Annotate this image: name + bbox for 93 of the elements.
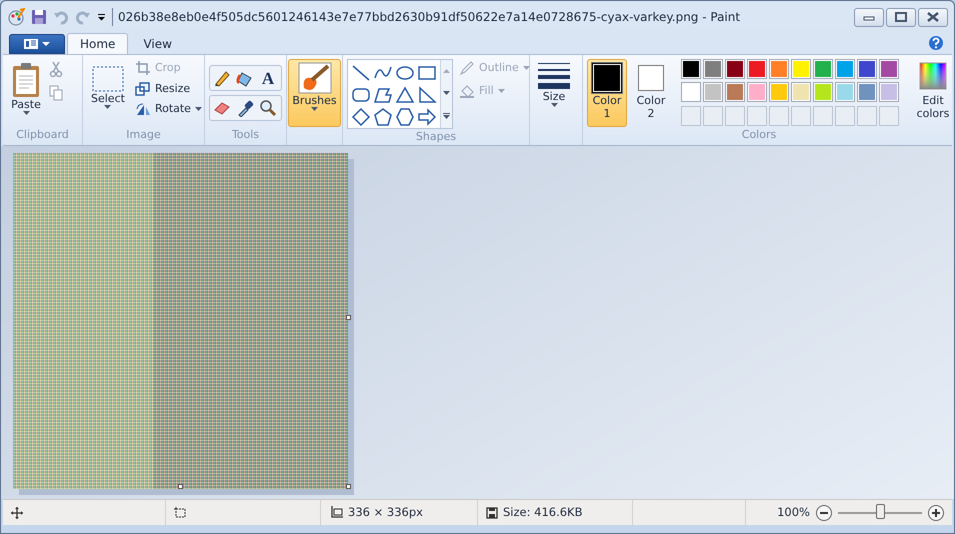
group-label: Colors [740, 127, 778, 143]
window-title: 026b38e8eb0e4f505dc5601246143e7e77bbd2630b91df50622e7a14e0728675-cyax-varkey.png - Paint [112, 8, 740, 26]
empty-color-slot[interactable] [747, 106, 767, 126]
palette-color[interactable] [747, 59, 767, 79]
palette-color[interactable] [791, 59, 811, 79]
caret-icon[interactable] [311, 107, 318, 112]
zoom-level: 100% [777, 504, 810, 521]
rotate-button[interactable]: Rotate [132, 100, 204, 118]
palette-color[interactable] [769, 59, 789, 79]
image-dimensions: 336 × 336px [348, 504, 423, 521]
palette-color[interactable] [835, 82, 855, 102]
palette-color[interactable] [703, 59, 723, 79]
caret-icon[interactable] [550, 103, 558, 108]
group-label: Shapes [414, 129, 458, 145]
brushes-button[interactable]: Brushes [288, 59, 341, 127]
size-button[interactable]: Size [534, 59, 574, 127]
zoom-out-button[interactable] [816, 504, 832, 520]
color-slot[interactable]: Color 1 [587, 59, 627, 127]
caret-icon[interactable] [194, 107, 202, 112]
palette-color[interactable] [857, 59, 877, 79]
help-icon[interactable] [928, 35, 944, 51]
palette-color[interactable] [813, 82, 833, 102]
save-icon[interactable] [31, 9, 47, 25]
zoom-in-button[interactable] [928, 504, 944, 520]
group-label: Image [125, 127, 162, 143]
maximize-icon[interactable] [895, 12, 907, 22]
palette-color[interactable] [879, 82, 899, 102]
selection-icon[interactable] [92, 66, 124, 92]
resize-handle[interactable] [346, 484, 351, 489]
menu-icon[interactable] [22, 38, 52, 50]
slider-thumb[interactable] [876, 504, 885, 519]
expand-gallery-icon[interactable] [443, 113, 450, 119]
empty-color-slot[interactable] [835, 106, 855, 126]
line-width-icon[interactable] [538, 62, 570, 90]
palette-color[interactable] [769, 82, 789, 102]
scroll-down-icon[interactable] [443, 91, 450, 95]
right-arrow-shape-icon[interactable] [417, 107, 437, 127]
resize-icon[interactable] [134, 80, 151, 97]
ribbon-tab[interactable]: Home [67, 33, 128, 54]
resize-button[interactable]: Resize [132, 80, 204, 98]
palette-color[interactable] [835, 59, 855, 79]
palette-color[interactable] [747, 82, 767, 102]
canvas-size-icon [329, 506, 343, 520]
resize-handle[interactable] [346, 315, 351, 320]
file-menu-button[interactable] [9, 34, 65, 54]
empty-color-slot[interactable] [879, 106, 899, 126]
ribbon-tab[interactable]: View [130, 33, 185, 54]
minimize-button[interactable] [854, 8, 884, 26]
close-button[interactable] [918, 8, 948, 26]
clipboard-icon[interactable] [11, 62, 41, 98]
right-triangle-shape-icon[interactable] [417, 85, 437, 105]
empty-color-slot[interactable] [769, 106, 789, 126]
palette-color[interactable] [681, 59, 701, 79]
palette-color[interactable] [725, 59, 745, 79]
palette-color[interactable] [725, 82, 745, 102]
empty-color-slot[interactable] [725, 106, 745, 126]
select-button[interactable]: Select [87, 59, 129, 127]
rotate-icon[interactable] [134, 101, 151, 118]
edit-colors-button[interactable]: Edit colors [909, 59, 955, 127]
selection-size-icon [174, 506, 186, 518]
triangle-shape-icon[interactable] [395, 85, 415, 105]
minus-icon[interactable] [820, 512, 828, 514]
paint-app-icon [7, 8, 25, 26]
caret-icon[interactable] [22, 111, 30, 116]
plus-icon[interactable] [932, 508, 940, 516]
file-size: Size: 416.6KB [503, 504, 582, 521]
palette-color[interactable] [703, 82, 723, 102]
empty-color-slot[interactable] [813, 106, 833, 126]
group-label: Tools [230, 127, 260, 143]
caret-icon[interactable] [104, 105, 112, 110]
color-spectrum-icon[interactable] [919, 62, 947, 90]
palette-color[interactable] [681, 82, 701, 102]
close-icon[interactable] [927, 12, 939, 22]
empty-color-slot[interactable] [791, 106, 811, 126]
paste-button[interactable]: Paste [7, 59, 45, 127]
maximize-button[interactable] [886, 8, 916, 26]
color-slot[interactable]: Color 2 [631, 59, 671, 127]
hexagon-shape-icon[interactable] [395, 107, 415, 127]
line-shape-icon[interactable] [351, 63, 371, 83]
group-label: Clipboard [15, 127, 70, 143]
palette-color[interactable] [857, 82, 877, 102]
empty-color-slot[interactable] [703, 106, 723, 126]
pentagon-shape-icon[interactable] [373, 107, 393, 127]
palette-color[interactable] [791, 82, 811, 102]
diamond-shape-icon[interactable] [351, 107, 371, 127]
palette-color[interactable] [879, 59, 899, 79]
empty-color-slot[interactable] [681, 106, 701, 126]
resize-handle[interactable] [178, 484, 183, 489]
empty-color-slot[interactable] [857, 106, 877, 126]
customize-dropdown-icon[interactable] [97, 13, 106, 21]
cursor-position-icon [11, 506, 23, 518]
paintbrush-icon[interactable] [298, 62, 332, 94]
palette-color[interactable] [813, 59, 833, 79]
